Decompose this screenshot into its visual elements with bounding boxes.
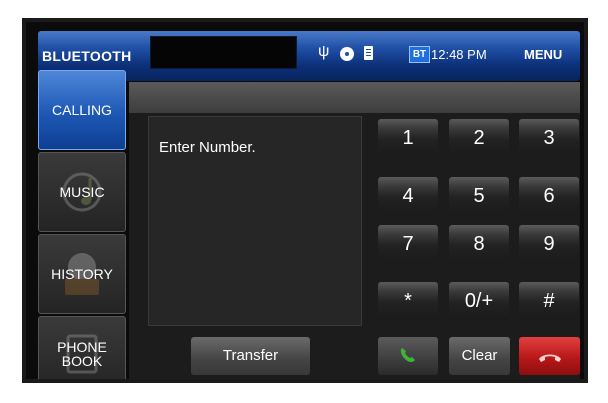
- keypad-key-hash[interactable]: #: [519, 282, 579, 319]
- sidebar-item-label-line2: BOOK: [61, 353, 103, 369]
- transfer-button[interactable]: Transfer: [191, 337, 310, 375]
- menu-button[interactable]: MENU: [524, 47, 562, 62]
- keypad-key-star[interactable]: *: [378, 282, 438, 319]
- keypad-key-4[interactable]: 4: [378, 177, 438, 214]
- disc-icon: [340, 47, 354, 61]
- keypad-key-1[interactable]: 1: [378, 119, 438, 156]
- clear-button[interactable]: Clear: [449, 337, 510, 375]
- sidebar-item-calling[interactable]: CALLING: [38, 70, 126, 150]
- sidebar-item-music[interactable]: MUSIC: [38, 152, 126, 232]
- sidebar-item-phonebook[interactable]: PHONE BOOK: [38, 316, 126, 379]
- keypad-key-2[interactable]: 2: [449, 119, 509, 156]
- sd-card-icon: [364, 46, 373, 60]
- usb-icon: ψ: [318, 43, 330, 60]
- sidebar-item-label: MUSIC: [59, 184, 105, 200]
- bluetooth-badge: BT: [409, 46, 430, 63]
- keypad-key-9[interactable]: 9: [519, 225, 579, 262]
- app-title: BLUETOOTH: [42, 48, 132, 64]
- sidebar-item-label: HISTORY: [51, 266, 113, 282]
- sidebar-item-history[interactable]: HISTORY: [38, 234, 126, 314]
- content-header-strip: [129, 82, 580, 113]
- keypad-key-8[interactable]: 8: [449, 225, 509, 262]
- keypad-key-3[interactable]: 3: [519, 119, 579, 156]
- keypad-key-6[interactable]: 6: [519, 177, 579, 214]
- end-call-button[interactable]: [519, 337, 580, 375]
- phone-hangup-icon: [538, 354, 561, 362]
- call-button[interactable]: [378, 337, 438, 375]
- clock: 12:48 PM: [431, 47, 487, 62]
- status-display-area: [150, 36, 297, 69]
- phone-call-icon: [400, 348, 415, 362]
- number-entry-field[interactable]: Enter Number.: [148, 116, 362, 326]
- sidebar-item-label: CALLING: [52, 102, 112, 118]
- head-unit-screen: BLUETOOTH ψ BT 12:48 PM MENU CALLING MUS…: [22, 18, 588, 383]
- keypad-key-7[interactable]: 7: [378, 225, 438, 262]
- keypad-key-zero-plus[interactable]: 0/+: [449, 282, 509, 319]
- keypad-key-5[interactable]: 5: [449, 177, 509, 214]
- number-entry-placeholder: Enter Number.: [159, 139, 256, 156]
